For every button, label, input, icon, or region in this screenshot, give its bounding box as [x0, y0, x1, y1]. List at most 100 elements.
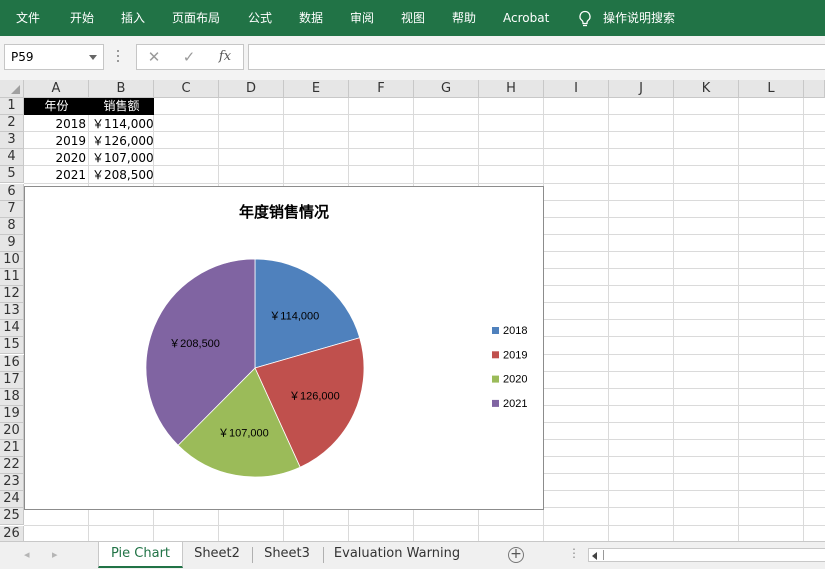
- cell-a5[interactable]: 2021: [24, 167, 89, 184]
- insert-function-icon[interactable]: fx: [210, 45, 240, 69]
- row-gridline: [24, 524, 825, 526]
- column-header-a[interactable]: A: [24, 80, 89, 98]
- add-sheet-button[interactable]: +: [508, 547, 524, 563]
- row-header-5[interactable]: 5: [0, 166, 24, 184]
- cell-a2[interactable]: 2018: [24, 116, 89, 133]
- cancel-icon[interactable]: ✕: [139, 45, 169, 69]
- lightbulb-icon: [579, 10, 591, 27]
- legend-swatch-2019: [492, 351, 499, 359]
- cell-a1[interactable]: 年份: [24, 98, 89, 115]
- cell-b4[interactable]: ￥107,000: [89, 150, 154, 167]
- tab-home[interactable]: 开始: [70, 0, 94, 36]
- enter-icon[interactable]: ✓: [174, 45, 204, 69]
- tab-acrobat[interactable]: Acrobat: [503, 0, 549, 36]
- column-header-b[interactable]: B: [89, 80, 154, 98]
- column-header-i[interactable]: I: [544, 80, 609, 98]
- tab-file[interactable]: 文件: [16, 0, 40, 36]
- row-header-4[interactable]: 4: [0, 149, 24, 167]
- column-header-k[interactable]: K: [674, 80, 739, 98]
- column-header-h[interactable]: H: [479, 80, 544, 98]
- column-header-j[interactable]: J: [609, 80, 674, 98]
- row-header-25[interactable]: 25: [0, 508, 24, 526]
- legend-label-2020[interactable]: 2020: [503, 374, 527, 386]
- column-header-e[interactable]: E: [284, 80, 349, 98]
- cell-b5[interactable]: ￥208,500: [89, 167, 154, 184]
- sheet-tab-pie-chart[interactable]: Pie Chart: [98, 542, 183, 568]
- row-header-2[interactable]: 2: [0, 115, 24, 133]
- select-all-icon: [11, 85, 20, 94]
- tab-separator: [323, 547, 324, 563]
- row-header-13[interactable]: 13: [0, 303, 24, 321]
- select-all-button[interactable]: [0, 80, 24, 98]
- formula-input[interactable]: [248, 44, 825, 70]
- row-header-11[interactable]: 11: [0, 269, 24, 287]
- sheet-tab-evaluation-warning[interactable]: Evaluation Warning: [328, 542, 466, 568]
- data-label-2018[interactable]: ￥114,000: [269, 311, 319, 323]
- horizontal-scrollbar[interactable]: [588, 548, 825, 562]
- formula-bar-grip[interactable]: [117, 50, 119, 64]
- row-header-18[interactable]: 18: [0, 388, 24, 406]
- name-box[interactable]: P59: [4, 44, 104, 70]
- row-header-17[interactable]: 17: [0, 371, 24, 389]
- cell-a4[interactable]: 2020: [24, 150, 89, 167]
- legend-label-2019[interactable]: 2019: [503, 349, 527, 361]
- row-header-3[interactable]: 3: [0, 132, 24, 150]
- tell-me-search[interactable]: 操作说明搜索: [603, 0, 675, 36]
- row-header-9[interactable]: 9: [0, 234, 24, 252]
- tab-split-handle[interactable]: ⋮: [568, 546, 580, 560]
- tab-help[interactable]: 帮助: [452, 0, 476, 36]
- scroll-thumb[interactable]: [603, 550, 604, 560]
- data-label-2021[interactable]: ￥208,500: [169, 338, 220, 350]
- row-header-19[interactable]: 19: [0, 405, 24, 423]
- row-header-24[interactable]: 24: [0, 491, 24, 509]
- cell-a3[interactable]: 2019: [24, 133, 89, 150]
- cell-b2[interactable]: ￥114,000: [89, 116, 154, 133]
- row-header-26[interactable]: 26: [0, 525, 24, 541]
- row-header-7[interactable]: 7: [0, 200, 24, 218]
- row-header-20[interactable]: 20: [0, 422, 24, 440]
- data-label-2019[interactable]: ￥126,000: [289, 390, 340, 402]
- tab-formulas[interactable]: 公式: [248, 0, 272, 36]
- row-header-21[interactable]: 21: [0, 440, 24, 458]
- sheet-tab-bar: ◂ ▸ Pie Chart Sheet2 Sheet3 Evaluation W…: [0, 541, 825, 569]
- column-header-g[interactable]: G: [414, 80, 479, 98]
- pie-chart[interactable]: 年度销售情况 ￥114,000 ￥126,000 ￥107,000 ￥208,500 2…: [24, 186, 544, 510]
- row-header-15[interactable]: 15: [0, 337, 24, 355]
- column-header-l[interactable]: L: [739, 80, 804, 98]
- column-header-partial[interactable]: [804, 80, 825, 98]
- scroll-left-icon[interactable]: ◂: [24, 548, 30, 561]
- legend-label-2018[interactable]: 2018: [503, 325, 527, 337]
- sheet-tab-sheet2[interactable]: Sheet2: [186, 542, 248, 568]
- row-header-16[interactable]: 16: [0, 354, 24, 372]
- row-header-23[interactable]: 23: [0, 474, 24, 492]
- tab-insert[interactable]: 插入: [121, 0, 145, 36]
- row-header-1[interactable]: 1: [0, 98, 24, 116]
- data-label-2020[interactable]: ￥107,000: [218, 427, 269, 439]
- row-header-8[interactable]: 8: [0, 217, 24, 235]
- row-header-12[interactable]: 12: [0, 286, 24, 304]
- tab-data[interactable]: 数据: [299, 0, 323, 36]
- scroll-right-icon[interactable]: ▸: [52, 548, 58, 561]
- sheet-tab-sheet3[interactable]: Sheet3: [256, 542, 318, 568]
- row-header-10[interactable]: 10: [0, 251, 24, 269]
- legend-swatch-2020: [492, 375, 499, 383]
- tab-view[interactable]: 视图: [401, 0, 425, 36]
- tab-review[interactable]: 审阅: [350, 0, 374, 36]
- cell-b1[interactable]: 销售额: [89, 98, 154, 115]
- scroll-left-arrow-icon[interactable]: [592, 552, 597, 560]
- formula-bar: P59 ✕ ✓ fx: [0, 36, 825, 80]
- tab-separator: [252, 547, 253, 563]
- legend-label-2021[interactable]: 2021: [503, 398, 527, 410]
- column-header-f[interactable]: F: [349, 80, 414, 98]
- row-header-6[interactable]: 6: [0, 183, 24, 201]
- pie-chart-plot: ￥114,000 ￥126,000 ￥107,000 ￥208,500 2018 2019…: [145, 258, 527, 478]
- column-header-d[interactable]: D: [219, 80, 284, 98]
- chevron-down-icon[interactable]: [89, 55, 97, 60]
- row-header-14[interactable]: 14: [0, 320, 24, 338]
- legend-swatch-2018: [492, 327, 499, 334]
- name-box-value: P59: [11, 50, 34, 64]
- tab-page-layout[interactable]: 页面布局: [172, 0, 220, 36]
- column-header-c[interactable]: C: [154, 80, 219, 98]
- cell-b3[interactable]: ￥126,000: [89, 133, 154, 150]
- row-header-22[interactable]: 22: [0, 457, 24, 475]
